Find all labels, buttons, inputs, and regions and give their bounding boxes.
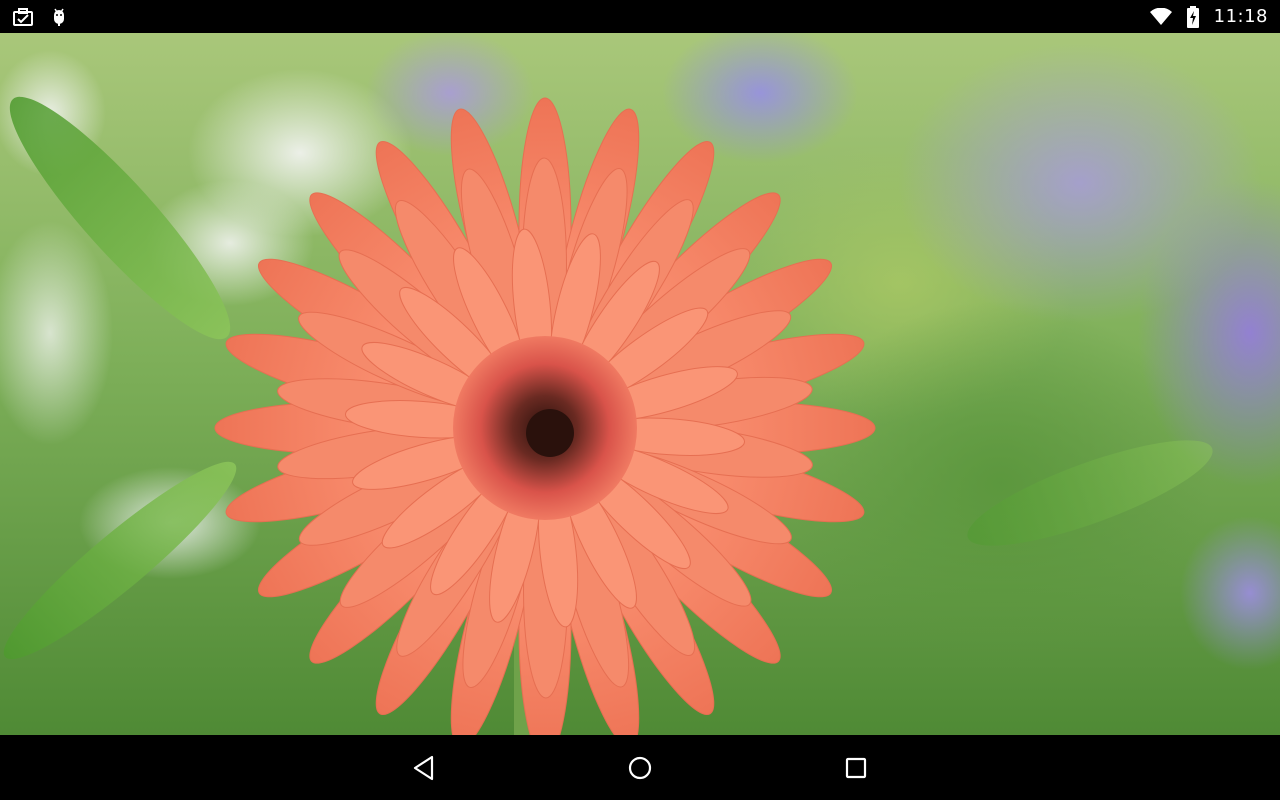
recents-button[interactable]	[816, 735, 896, 800]
recents-icon	[845, 757, 867, 778]
home-icon	[628, 756, 652, 779]
briefcase-check-icon	[12, 6, 34, 28]
navigation-bar	[0, 735, 1280, 800]
device-screen: 11:18	[0, 0, 1280, 800]
status-bar-system: 11:18	[1149, 0, 1268, 33]
flower-core	[526, 409, 574, 457]
battery-charging-icon	[1182, 5, 1204, 28]
status-bar: 11:18	[0, 0, 1280, 33]
wifi-icon	[1149, 6, 1172, 28]
home-button[interactable]	[600, 735, 680, 800]
flower-photo	[0, 33, 1280, 735]
back-icon	[413, 755, 434, 780]
status-bar-notifications	[12, 0, 70, 33]
android-debug-icon	[48, 6, 70, 28]
back-button[interactable]	[384, 735, 464, 800]
status-clock: 11:18	[1213, 6, 1268, 27]
gerbera-flower	[214, 97, 876, 735]
